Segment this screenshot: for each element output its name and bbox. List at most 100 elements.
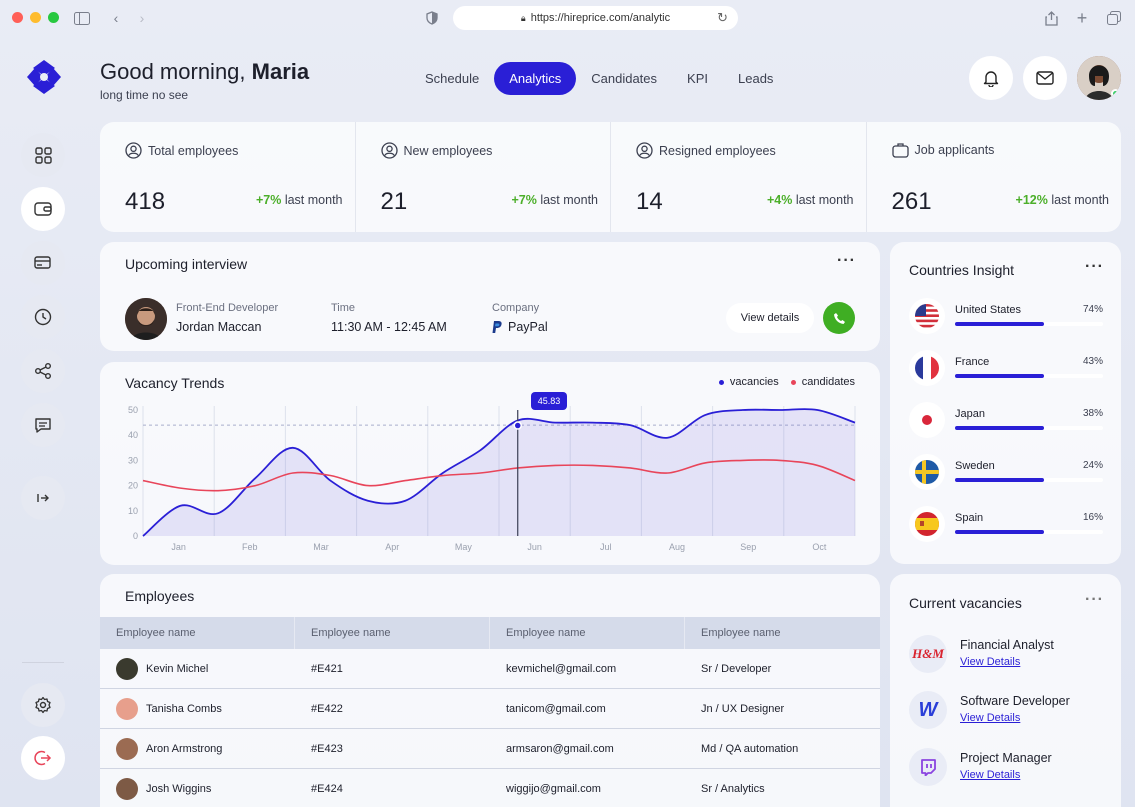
window-controls xyxy=(12,12,59,23)
forward-icon[interactable]: › xyxy=(132,8,152,28)
share-icon[interactable] xyxy=(1041,8,1061,28)
notifications-button[interactable] xyxy=(969,56,1013,100)
employee-email: tanicom@gmail.com xyxy=(506,702,606,715)
call-button[interactable] xyxy=(823,302,855,334)
stat-job-applicants: Job applicants 261 +12% last month xyxy=(867,122,1122,232)
employee-name-cell: Josh Wiggins xyxy=(100,769,295,807)
x-tick-label: Sep xyxy=(740,542,756,552)
chart-tooltip: 45.83 xyxy=(531,392,567,410)
sidebar-messages-button[interactable] xyxy=(21,403,65,447)
tab-schedule[interactable]: Schedule xyxy=(410,62,494,95)
sidebar-logout-button[interactable] xyxy=(21,736,65,780)
hm-logo-text: H&M xyxy=(912,646,944,661)
country-progress-fill xyxy=(955,530,1044,534)
vacancies-more-icon[interactable]: ··· xyxy=(1085,591,1104,609)
interview-time: 11:30 AM - 12:45 AM xyxy=(331,320,447,334)
tabs-overview-icon[interactable] xyxy=(1104,8,1124,28)
es-flag-icon xyxy=(909,506,945,542)
sidebar-wallet-button[interactable] xyxy=(21,187,65,231)
current-vacancies-card: Current vacancies ··· H&M Financial Anal… xyxy=(890,574,1121,807)
country-pct: 43% xyxy=(1082,356,1103,367)
tab-analytics[interactable]: Analytics xyxy=(494,62,577,95)
countries-more-icon[interactable]: ··· xyxy=(1085,258,1104,276)
vacancy-title: Financial Analyst xyxy=(960,638,1054,652)
employee-avatar xyxy=(116,657,138,680)
reload-icon[interactable]: ↻ xyxy=(717,10,728,26)
stat-change-pct: +4% xyxy=(766,193,793,207)
country-progress-track xyxy=(955,322,1103,326)
messages-button[interactable] xyxy=(1023,56,1067,100)
sidebar-history-button[interactable] xyxy=(21,295,65,339)
sidebar-divider xyxy=(22,662,64,663)
stat-value: 21 xyxy=(380,188,408,215)
sidebar-expand-button[interactable] xyxy=(21,476,65,520)
company-name: PayPal xyxy=(508,320,548,334)
column-header[interactable]: Employee name xyxy=(685,617,880,649)
country-progress-fill xyxy=(955,322,1044,326)
vacancy-item[interactable]: W Software Developer View Details xyxy=(909,691,1109,731)
country-item[interactable]: Sweden 24% xyxy=(909,454,1109,494)
shield-icon[interactable] xyxy=(422,8,442,28)
country-item[interactable]: United States 74% xyxy=(909,298,1109,338)
sidebar-toggle-icon[interactable] xyxy=(72,8,92,28)
country-item[interactable]: France 43% xyxy=(909,350,1109,390)
stat-label: Job applicants xyxy=(891,142,994,158)
table-row[interactable]: Tanisha Combs #E422 tanicom@gmail.com Jn… xyxy=(100,689,880,729)
employee-id: #E421 xyxy=(311,662,343,675)
table-row[interactable]: Aron Armstrong #E423 armsaron@gmail.com … xyxy=(100,729,880,769)
user-avatar[interactable] xyxy=(1077,56,1121,100)
tab-leads[interactable]: Leads xyxy=(723,62,788,95)
view-details-link[interactable]: View Details xyxy=(960,769,1020,781)
mail-icon xyxy=(1036,71,1054,85)
x-tick-label: Oct xyxy=(812,542,827,552)
highlight-point xyxy=(513,421,522,430)
column-header[interactable]: Employee name xyxy=(295,617,490,649)
app-logo[interactable] xyxy=(25,58,63,96)
table-row[interactable]: Josh Wiggins #E424 wiggijo@gmail.com Sr … xyxy=(100,769,880,807)
view-details-link[interactable]: View Details xyxy=(960,712,1020,724)
stat-change: +7% last month xyxy=(256,193,343,207)
x-tick-label: Jun xyxy=(527,542,542,552)
logout-icon xyxy=(34,750,52,766)
minimize-window-button[interactable] xyxy=(30,12,41,23)
address-bar[interactable]: 🔒︎ https://hireprice.com/analytic ↻ xyxy=(453,6,738,30)
vacancy-item[interactable]: Project Manager View Details xyxy=(909,748,1109,788)
employee-email: kevmichel@gmail.com xyxy=(506,662,617,675)
column-header[interactable]: Employee name xyxy=(100,617,295,649)
sidebar-cards-button[interactable] xyxy=(21,241,65,285)
employee-name-cell: Aron Armstrong xyxy=(100,729,295,768)
country-pct: 16% xyxy=(1082,512,1103,523)
sidebar-dashboard-button[interactable] xyxy=(21,133,65,177)
vacancy-item[interactable]: H&M Financial Analyst View Details xyxy=(909,635,1109,675)
back-icon[interactable]: ‹ xyxy=(106,8,126,28)
zoom-window-button[interactable] xyxy=(48,12,59,23)
stat-label: Resigned employees xyxy=(636,142,776,159)
table-row[interactable]: Kevin Michel #E421 kevmichel@gmail.com S… xyxy=(100,649,880,689)
share-nodes-icon xyxy=(35,363,51,379)
x-tick-label: Aug xyxy=(669,542,685,552)
sidebar-share-button[interactable] xyxy=(21,349,65,393)
country-item[interactable]: Japan 38% xyxy=(909,402,1109,442)
interview-more-icon[interactable]: ··· xyxy=(837,252,856,270)
tab-candidates[interactable]: Candidates xyxy=(576,62,672,95)
countries-title: Countries Insight xyxy=(909,262,1015,278)
sidebar-settings-button[interactable] xyxy=(21,683,65,727)
tab-kpi[interactable]: KPI xyxy=(672,62,723,95)
new-tab-icon[interactable]: + xyxy=(1072,8,1092,28)
se-flag-icon xyxy=(909,454,945,490)
vacancy-chart[interactable]: 0 10 20 30 40 50 Jan Feb Mar Apr May Jun Jul Aug Sep Oc… xyxy=(100,362,880,565)
stat-value: 418 xyxy=(125,188,166,215)
online-status-dot xyxy=(1111,89,1120,98)
column-header[interactable]: Employee name xyxy=(490,617,685,649)
stat-change: +7% last month xyxy=(511,193,598,207)
country-item[interactable]: Spain 16% xyxy=(909,506,1109,546)
url-text: https://hireprice.com/analytic xyxy=(530,12,671,24)
view-details-button[interactable]: View details xyxy=(726,303,814,333)
company-value: PayPal xyxy=(492,320,548,334)
employee-name: Aron Armstrong xyxy=(146,742,223,755)
stat-label-text: Total employees xyxy=(148,143,239,158)
stat-change-pct: +7% xyxy=(255,193,282,207)
close-window-button[interactable] xyxy=(12,12,23,23)
stat-change: +12% last month xyxy=(1016,193,1109,207)
view-details-link[interactable]: View Details xyxy=(960,656,1020,668)
